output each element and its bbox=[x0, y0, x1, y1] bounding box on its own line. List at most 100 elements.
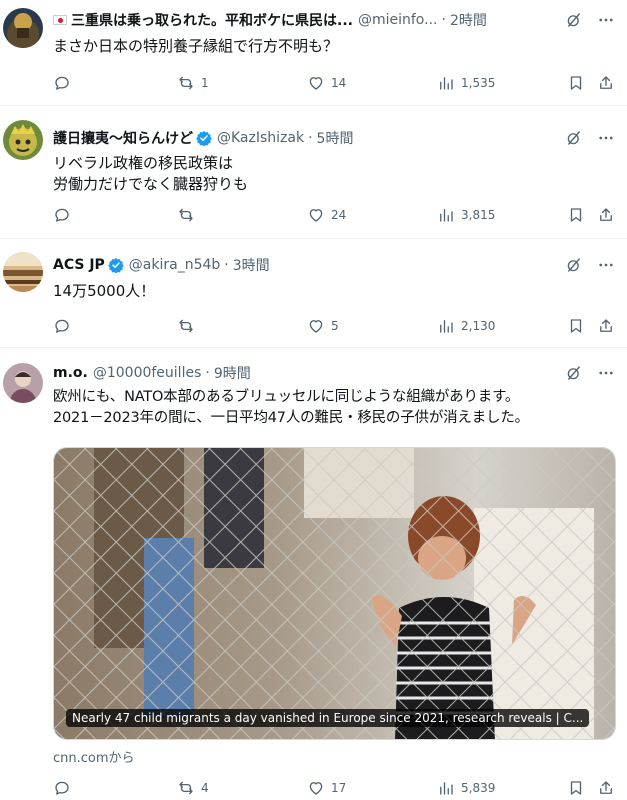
display-name[interactable]: 三重県は乗っ取られた。平和ボケに県民は... bbox=[71, 10, 353, 30]
tweet-text: リベラル政権の移民政策は 労働力だけでなく臓器狩りも bbox=[53, 154, 249, 193]
separator: · bbox=[205, 365, 210, 381]
view-count: 3,815 bbox=[461, 208, 496, 222]
views-button[interactable]: 2,130 bbox=[437, 317, 495, 335]
retweet-count: 1 bbox=[201, 76, 209, 90]
more-options-icon[interactable] bbox=[597, 11, 615, 29]
user-handle[interactable]: @KazIshizak bbox=[217, 130, 304, 146]
tweet-text: まさか日本の特別養子縁組で行方不明も？ bbox=[53, 37, 339, 55]
separator: · bbox=[224, 257, 229, 273]
bookmark-icon bbox=[567, 317, 585, 335]
tweet-text: 14万5000人！ bbox=[53, 282, 156, 300]
reply-button[interactable] bbox=[53, 206, 123, 224]
heart-icon bbox=[307, 74, 325, 92]
avatar[interactable] bbox=[3, 8, 43, 48]
bookmark-icon bbox=[567, 206, 585, 224]
timestamp[interactable]: 5時間 bbox=[317, 128, 354, 148]
display-name[interactable]: m.o. bbox=[53, 365, 88, 381]
views-button[interactable]: 1,535 bbox=[437, 74, 495, 92]
view-count: 2,130 bbox=[461, 319, 496, 333]
bookmark-button[interactable] bbox=[567, 206, 585, 224]
grok-icon[interactable] bbox=[565, 256, 583, 274]
retweet-icon bbox=[177, 206, 195, 224]
bookmark-button[interactable] bbox=[567, 317, 585, 335]
link-card-title[interactable]: Nearly 47 child migrants a day vanished … bbox=[66, 709, 590, 727]
display-name[interactable]: 護日攘夷～知らんけど bbox=[53, 128, 193, 148]
tweet-text: 欧州にも、NATO本部のあるブリュッセルに同じような組織があります。 2021－… bbox=[53, 389, 529, 426]
bookmark-icon bbox=[567, 779, 585, 797]
grok-icon[interactable] bbox=[565, 11, 583, 29]
photo-child-at-fence bbox=[54, 448, 615, 739]
bookmark-icon bbox=[567, 74, 585, 92]
timestamp[interactable]: 9時間 bbox=[214, 363, 251, 383]
link-source[interactable]: cnn.comから bbox=[53, 747, 135, 766]
reply-icon bbox=[53, 206, 71, 224]
like-count: 24 bbox=[331, 208, 347, 222]
tweet-actions: 5 2,130 bbox=[53, 316, 615, 336]
more-options-icon[interactable] bbox=[597, 129, 615, 147]
separator: · bbox=[308, 130, 313, 146]
share-icon bbox=[597, 74, 615, 92]
share-button[interactable] bbox=[597, 206, 615, 224]
retweet-icon bbox=[177, 779, 195, 797]
like-count: 5 bbox=[331, 319, 339, 333]
reply-button[interactable] bbox=[53, 317, 123, 335]
user-handle[interactable]: @mieinfo... bbox=[358, 12, 438, 28]
tweet[interactable]: 護日攘夷～知らんけど @KazIshizak · 5時間 リベラル政権の移民政策… bbox=[0, 106, 627, 239]
link-card-image[interactable]: Nearly 47 child migrants a day vanished … bbox=[53, 447, 616, 740]
like-count: 14 bbox=[331, 76, 347, 90]
bookmark-button[interactable] bbox=[567, 779, 585, 797]
retweet-icon bbox=[177, 74, 195, 92]
retweet-button[interactable] bbox=[177, 317, 201, 335]
like-button[interactable]: 14 bbox=[307, 74, 346, 92]
like-button[interactable]: 5 bbox=[307, 317, 339, 335]
retweet-button[interactable] bbox=[177, 206, 201, 224]
heart-icon bbox=[307, 317, 325, 335]
verified-badge-icon bbox=[196, 130, 212, 146]
more-options-icon[interactable] bbox=[597, 364, 615, 382]
view-count: 1,535 bbox=[461, 76, 496, 90]
share-icon bbox=[597, 317, 615, 335]
timestamp[interactable]: 3時間 bbox=[233, 255, 270, 275]
heart-icon bbox=[307, 779, 325, 797]
user-handle[interactable]: @akira_n54b bbox=[129, 257, 221, 273]
timestamp[interactable]: 2時間 bbox=[450, 10, 487, 30]
reply-button[interactable] bbox=[53, 779, 123, 797]
view-count: 5,839 bbox=[461, 781, 496, 795]
share-button[interactable] bbox=[597, 317, 615, 335]
avatar[interactable] bbox=[3, 363, 43, 403]
verified-badge-icon bbox=[108, 257, 124, 273]
grok-icon[interactable] bbox=[565, 129, 583, 147]
views-icon bbox=[437, 779, 455, 797]
reply-button[interactable] bbox=[53, 74, 123, 92]
share-button[interactable] bbox=[597, 74, 615, 92]
reply-icon bbox=[53, 317, 71, 335]
retweet-count: 4 bbox=[201, 781, 209, 795]
retweet-icon bbox=[177, 317, 195, 335]
tweet[interactable]: 三重県は乗っ取られた。平和ボケに県民は... @mieinfo... · 2時間… bbox=[0, 0, 627, 106]
avatar[interactable] bbox=[3, 252, 43, 292]
retweet-button[interactable]: 4 bbox=[177, 779, 209, 797]
user-handle[interactable]: @10000feuilles bbox=[93, 365, 202, 381]
retweet-button[interactable]: 1 bbox=[177, 74, 209, 92]
display-name[interactable]: ACS JP bbox=[53, 257, 105, 273]
like-button[interactable]: 17 bbox=[307, 779, 346, 797]
reply-icon bbox=[53, 74, 71, 92]
more-options-icon[interactable] bbox=[597, 256, 615, 274]
views-icon bbox=[437, 206, 455, 224]
views-icon bbox=[437, 74, 455, 92]
reply-icon bbox=[53, 779, 71, 797]
separator: · bbox=[441, 12, 446, 28]
views-button[interactable]: 3,815 bbox=[437, 206, 495, 224]
grok-icon[interactable] bbox=[565, 364, 583, 382]
tweet-actions: 24 3,815 bbox=[53, 205, 615, 225]
like-button[interactable]: 24 bbox=[307, 206, 346, 224]
heart-icon bbox=[307, 206, 325, 224]
tweet-actions: 4 17 5,839 bbox=[53, 778, 615, 798]
share-icon bbox=[597, 779, 615, 797]
avatar[interactable] bbox=[3, 120, 43, 160]
japan-flag-icon bbox=[53, 15, 67, 25]
views-button[interactable]: 5,839 bbox=[437, 779, 495, 797]
bookmark-button[interactable] bbox=[567, 74, 585, 92]
share-button[interactable] bbox=[597, 779, 615, 797]
tweet[interactable]: ACS JP @akira_n54b · 3時間 14万5000人！ 5 2,1… bbox=[0, 239, 627, 348]
